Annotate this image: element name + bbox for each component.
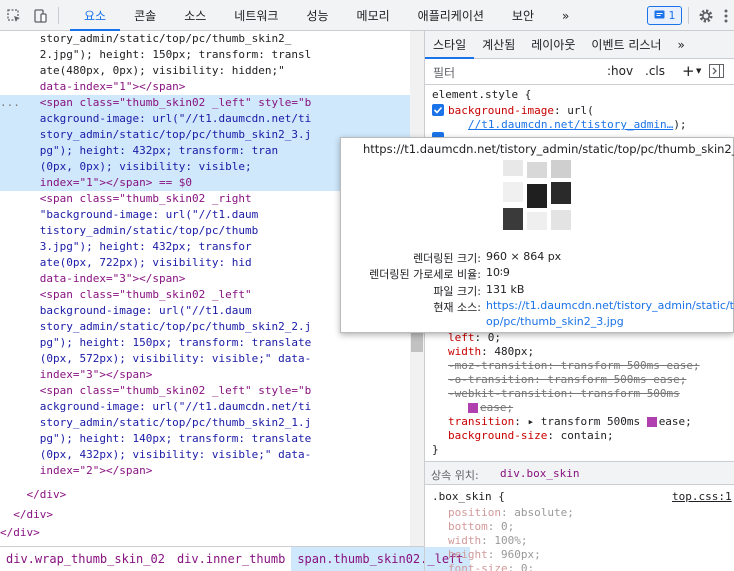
dom-line[interactable]: </div> (0, 487, 424, 503)
webkit-transition-declaration[interactable]: -webkit-transition: transform 500ms (448, 387, 680, 401)
dom-line[interactable]: index="3"></span> (0, 367, 424, 383)
breadcrumb-item[interactable]: div.inner_thumb (171, 547, 291, 571)
inherited-label: 상속 위치: (431, 469, 479, 482)
property-checkbox[interactable] (432, 104, 444, 116)
o-transition-declaration[interactable]: -o-transition: transform 500ms ease; (448, 373, 686, 387)
bottom-declaration[interactable]: bottom: 0; (448, 520, 514, 534)
transition-declaration[interactable]: transition: ▸ transform 500ms ease; (448, 415, 692, 429)
ellipsis-icon[interactable]: ... (0, 95, 20, 111)
inherited-from-section: 상속 위치: div.box_skin (425, 461, 734, 485)
issues-button[interactable]: 1 (647, 6, 682, 25)
hover-state-toggle[interactable]: :hov (607, 64, 633, 78)
tab-computed[interactable]: 계산됨 (474, 31, 523, 59)
width-declaration[interactable]: width: 480px; (448, 345, 534, 359)
tab-elements[interactable]: 요소 (70, 0, 121, 31)
rule-close-brace: } (432, 443, 439, 456)
tab-layout[interactable]: 레이아웃 (523, 31, 583, 59)
filter-input[interactable]: 필터 (433, 64, 455, 81)
dom-line[interactable]: ackground-image: url("//t1.daumcdn.net/t… (0, 399, 424, 415)
tab-event-listeners[interactable]: 이벤트 리스너 (583, 31, 669, 59)
toggle-sidebar-icon[interactable] (709, 64, 724, 81)
issues-count: 1 (668, 9, 676, 22)
aspect-ratio-label: 렌더링된 가로세로 비율: (369, 268, 481, 281)
current-source-link-cont[interactable]: op/pc/thumb_skin2_3.jpg (486, 315, 624, 328)
dom-line[interactable]: <span class="thumb_skin02 _left" style="… (0, 383, 424, 399)
font-size-declaration[interactable]: font-size: 0; (448, 562, 534, 571)
position-declaration[interactable]: position: absolute; (448, 506, 574, 520)
device-toolbar-icon[interactable] (30, 6, 50, 26)
image-preview-tooltip: https://t1.daumcdn.net/tistory_admin/sta… (340, 137, 734, 333)
filter-bar: 필터 :hov .cls + ▼ (425, 59, 734, 85)
dom-line[interactable]: </div> (0, 525, 424, 541)
inherited-from-link[interactable]: div.box_skin (500, 467, 579, 480)
left-declaration[interactable]: left: 0; (448, 331, 501, 345)
chevron-down-icon[interactable]: ▼ (696, 67, 701, 75)
more-tabs-button[interactable]: » (548, 0, 583, 31)
dom-line[interactable]: story_admin/static/top/pc/thumb_skin2_1.… (0, 415, 424, 431)
easing-editor-icon[interactable] (468, 403, 478, 413)
dom-line[interactable]: pg"); height: 140px; transform: translat… (0, 431, 424, 447)
current-source-label: 현재 소스: (433, 301, 481, 314)
new-style-rule-icon[interactable]: + (682, 62, 695, 80)
easing-editor-icon[interactable] (646, 417, 657, 427)
image-thumbnail (503, 160, 573, 232)
more-subtabs-button[interactable]: » (669, 31, 692, 59)
dom-line[interactable]: pg"); height: 150px; transform: translat… (0, 335, 424, 351)
settings-gear-icon[interactable] (696, 6, 716, 26)
moz-transition-declaration[interactable]: -moz-transition: transform 500ms ease; (448, 359, 700, 373)
stylesheet-source-link[interactable]: top.css:1 (672, 490, 732, 504)
background-image-declaration[interactable]: background-image: url( (448, 104, 594, 118)
aspect-ratio-value: 10∶9 (486, 266, 510, 279)
dom-line[interactable]: </div> (0, 507, 424, 523)
file-size-label: 파일 크기: (433, 285, 481, 298)
dom-line-selected[interactable]: ackground-image: url("//t1.daumcdn.net/t… (0, 111, 424, 127)
message-icon (654, 10, 664, 19)
tab-styles[interactable]: 스타일 (425, 31, 475, 59)
tab-security[interactable]: 보안 (498, 0, 548, 31)
dom-line[interactable]: (0px, 572px); visibility: visible;" data… (0, 351, 424, 367)
width-declaration[interactable]: width: 100%; (448, 534, 527, 548)
devtools-toolbar: 요소 콘솔 소스 네트워크 성능 메모리 애플리케이션 보안 » 1 (0, 0, 734, 31)
tab-application[interactable]: 애플리케이션 (404, 0, 498, 31)
dom-line[interactable]: story_admin/static/top/pc/thumb_skin2_ (0, 31, 424, 47)
tab-console[interactable]: 콘솔 (120, 0, 170, 31)
dom-line[interactable]: ate(480px, 0px); visibility: hidden;" (0, 63, 424, 79)
box-skin-selector: .box_skin { (432, 490, 505, 503)
dom-line-selected[interactable]: ... <span class="thumb_skin02 _left" sty… (0, 95, 424, 111)
current-source-link[interactable]: https://t1.daumcdn.net/tistory_admin/sta… (486, 299, 734, 312)
rendered-size-label: 렌더링된 크기: (413, 252, 481, 265)
dom-line[interactable]: (0px, 432px); visibility: visible;" data… (0, 447, 424, 463)
rendered-size-value: 960 × 864 px (486, 250, 562, 263)
styles-subtabs: 스타일 계산됨 레이아웃 이벤트 리스너 » (425, 31, 734, 59)
more-options-icon[interactable] (716, 6, 734, 26)
dom-line[interactable]: index="2"></span> (0, 463, 424, 479)
file-size-value: 131 kB (486, 283, 525, 296)
breadcrumb-item[interactable]: div.wrap_thumb_skin_02 (0, 547, 171, 571)
background-image-url[interactable]: //t1.daumcdn.net/tistory_admin…); (468, 118, 687, 132)
webkit-transition-easing[interactable]: ease; (468, 401, 513, 415)
background-size-declaration[interactable]: background-size: contain; (448, 429, 614, 443)
inspect-element-icon[interactable] (4, 6, 24, 26)
class-toggle[interactable]: .cls (645, 64, 665, 78)
tab-network[interactable]: 네트워크 (220, 0, 292, 31)
tab-memory[interactable]: 메모리 (343, 0, 404, 31)
tab-sources[interactable]: 소스 (170, 0, 220, 31)
dom-line[interactable]: 2.jpg"); height: 150px; transform: trans… (0, 47, 424, 63)
breadcrumb-item-selected[interactable]: span.thumb_skin02._left (291, 547, 470, 571)
breadcrumb: div.wrap_thumb_skin_02 div.inner_thumb s… (0, 546, 470, 571)
height-declaration[interactable]: height: 960px; (448, 548, 541, 562)
tooltip-url: https://t1.daumcdn.net/tistory_admin/sta… (363, 142, 734, 156)
element-style-selector: element.style { (432, 88, 532, 101)
dom-line[interactable]: data-index="1"></span> (0, 79, 424, 95)
tab-performance[interactable]: 성능 (292, 0, 342, 31)
